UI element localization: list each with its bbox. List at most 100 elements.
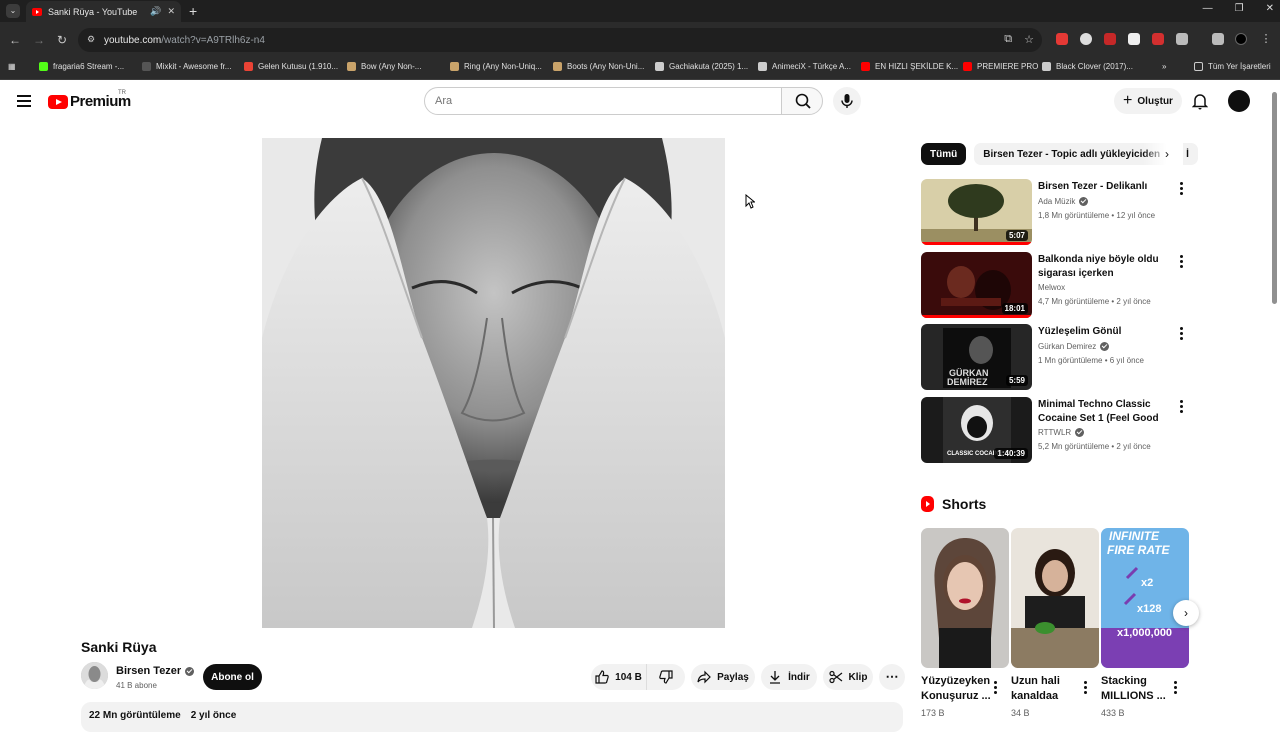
- recommendation-item[interactable]: GÜRKAN DEMİREZ 5:59 Yüzleşelim Gönül Gürk…: [921, 324, 1191, 390]
- close-window-icon[interactable]: ✕: [1266, 3, 1274, 14]
- short-title[interactable]: Uzun hali kanaldaa: [1011, 674, 1081, 704]
- bookmark-item[interactable]: Ring (Any Non-Uniq...: [450, 62, 542, 71]
- more-vertical-icon[interactable]: [1084, 681, 1088, 696]
- window-controls: — ❐ ✕: [1203, 3, 1274, 14]
- profile-avatar[interactable]: [1235, 33, 1247, 45]
- video-thumbnail[interactable]: 5:07: [921, 179, 1032, 245]
- new-tab-button[interactable]: +: [189, 3, 197, 19]
- bookmark-item[interactable]: Bow (Any Non-...: [347, 62, 421, 71]
- site-info-icon[interactable]: ⚙: [87, 34, 95, 45]
- account-avatar[interactable]: [1228, 90, 1250, 112]
- search-input[interactable]: [424, 87, 782, 115]
- video-title[interactable]: Minimal Techno Classic Cocaine Set 1 (Fe…: [1038, 398, 1173, 426]
- short-title[interactable]: Stacking MILLIONS ...: [1101, 674, 1171, 704]
- menu-kebab-icon[interactable]: ⋮: [1260, 33, 1272, 45]
- chevron-right-icon[interactable]: ›: [1165, 147, 1169, 161]
- more-vertical-icon[interactable]: [994, 681, 998, 696]
- more-actions-button[interactable]: ⋯: [879, 664, 905, 690]
- browser-tab-active[interactable]: Sanki Rüya - YouTube 🔊 ✕: [26, 1, 181, 22]
- video-frame-face-image: [262, 138, 725, 628]
- share-button[interactable]: Paylaş: [691, 664, 755, 690]
- url-path: /watch?v=A9TRlh6z-n4: [161, 34, 265, 46]
- extension-bird-icon[interactable]: [1104, 33, 1116, 45]
- recommendation-item[interactable]: 5:07 Birsen Tezer - Delikanlı Ada Müzik …: [921, 179, 1191, 245]
- install-icon[interactable]: ⧉: [1004, 33, 1012, 46]
- chevron-right-icon: ›: [1184, 606, 1188, 620]
- chip-from-uploader[interactable]: Birsen Tezer - Topic adlı yükleyiciden: [974, 143, 1170, 165]
- page-scrollbar[interactable]: [1272, 92, 1277, 304]
- channel-name[interactable]: Birsen Tezer: [116, 665, 195, 677]
- all-bookmarks-folder[interactable]: Tüm Yer İşaretleri: [1194, 62, 1271, 71]
- extension-circle-icon[interactable]: [1080, 33, 1092, 45]
- bookmark-item[interactable]: AnimeciX - Türkçe A...: [758, 62, 851, 71]
- dislike-button[interactable]: [647, 664, 685, 690]
- shorts-next-button[interactable]: ›: [1173, 600, 1199, 626]
- bookmark-item[interactable]: Gachiakuta (2025) 1...: [655, 62, 748, 71]
- chip-all[interactable]: Tümü: [921, 143, 967, 165]
- back-icon[interactable]: ←: [9, 33, 21, 47]
- video-player[interactable]: [262, 138, 725, 628]
- recommendation-item[interactable]: 18:01 Balkonda niye böyle oldu sigarası …: [921, 252, 1191, 318]
- create-button[interactable]: + Oluştur: [1114, 88, 1182, 114]
- bookmark-item[interactable]: Black Clover (2017)...: [1042, 62, 1133, 71]
- video-title[interactable]: Yüzleşelim Gönül: [1038, 325, 1173, 339]
- extensions-puzzle-icon[interactable]: [1176, 33, 1188, 45]
- short-thumbnail[interactable]: [921, 528, 1009, 668]
- subscribe-button[interactable]: Abone ol: [203, 664, 262, 690]
- create-label: Oluştur: [1137, 95, 1173, 107]
- bookmark-item[interactable]: Boots (Any Non-Uni...: [553, 62, 644, 71]
- apps-grid-icon[interactable]: ▦: [8, 62, 16, 71]
- forward-icon[interactable]: →: [33, 33, 45, 47]
- channel-name[interactable]: Melwox: [1038, 283, 1065, 292]
- video-title[interactable]: Balkonda niye böyle oldu sigarası içerke…: [1038, 253, 1173, 281]
- short-thumbnail[interactable]: [1011, 528, 1099, 668]
- more-vertical-icon[interactable]: [1180, 255, 1184, 270]
- video-thumbnail[interactable]: 18:01: [921, 252, 1032, 318]
- channel-name[interactable]: Ada Müzik: [1038, 197, 1089, 206]
- speaker-icon[interactable]: 🔊: [150, 6, 161, 17]
- video-title[interactable]: Birsen Tezer - Delikanlı: [1038, 180, 1173, 194]
- close-tab-icon[interactable]: ✕: [167, 6, 175, 17]
- bookmark-item[interactable]: PREMIERE PRO: [963, 62, 1038, 71]
- more-vertical-icon[interactable]: [1180, 182, 1184, 197]
- extension-record-icon[interactable]: [1152, 33, 1164, 45]
- more-vertical-icon[interactable]: [1174, 681, 1178, 696]
- channel-name[interactable]: Gürkan Demirez: [1038, 342, 1110, 351]
- short-title[interactable]: Yüzyüzeyken Konuşuruz ...: [921, 674, 991, 704]
- more-vertical-icon[interactable]: [1180, 327, 1184, 342]
- tab-search-icon[interactable]: ⌄: [6, 4, 20, 18]
- reading-list-icon[interactable]: [1212, 33, 1224, 45]
- recommendation-item[interactable]: CLASSIC COCAINE 3 1:40:39 Minimal Techno…: [921, 397, 1191, 463]
- description-box[interactable]: 22 Mn görüntüleme 2 yıl önce: [81, 702, 903, 732]
- video-thumbnail[interactable]: GÜRKAN DEMİREZ 5:59: [921, 324, 1032, 390]
- youtube-favicon-icon: [32, 7, 42, 16]
- notifications-bell-icon[interactable]: [1191, 92, 1209, 110]
- svg-text:x1,000,000: x1,000,000: [1117, 627, 1172, 639]
- bookmark-star-icon[interactable]: ☆: [1024, 33, 1034, 46]
- bookmark-item[interactable]: Gelen Kutusu (1.910...: [244, 62, 338, 71]
- extension-square-icon[interactable]: [1128, 33, 1140, 45]
- like-button[interactable]: 104 B: [591, 664, 647, 690]
- download-button[interactable]: İndir: [761, 664, 817, 690]
- channel-name[interactable]: RTTWLR: [1038, 428, 1085, 437]
- microphone-icon: [841, 94, 853, 108]
- short-thumbnail[interactable]: INFINITE FIRE RATE x2 x128 x1,000,000: [1101, 528, 1189, 668]
- search-button[interactable]: [781, 87, 823, 115]
- video-title: Sanki Rüya: [81, 639, 157, 655]
- address-bar[interactable]: ⚙ youtube.com/watch?v=A9TRlh6z-n4 ⧉ ☆: [78, 28, 1042, 52]
- voice-search-button[interactable]: [833, 87, 861, 115]
- bookmark-item[interactable]: Mixkit - Awesome fr...: [142, 62, 231, 71]
- bookmarks-overflow-icon[interactable]: »: [1162, 62, 1166, 71]
- minimize-icon[interactable]: —: [1203, 3, 1213, 14]
- restore-icon[interactable]: ❐: [1235, 3, 1244, 14]
- channel-avatar[interactable]: [81, 662, 108, 689]
- bookmark-item[interactable]: fragaria6 Stream -...: [39, 62, 124, 71]
- bookmark-item[interactable]: EN HIZLI ŞEKİLDE K...: [861, 62, 958, 71]
- clip-button[interactable]: Klip: [823, 664, 873, 690]
- youtube-premium-logo[interactable]: Premium TR: [48, 90, 131, 110]
- reload-icon[interactable]: ↻: [57, 33, 67, 47]
- more-vertical-icon[interactable]: [1180, 400, 1184, 415]
- menu-hamburger-icon[interactable]: [17, 95, 31, 110]
- extension-red-icon[interactable]: [1056, 33, 1068, 45]
- video-thumbnail[interactable]: CLASSIC COCAINE 3 1:40:39: [921, 397, 1032, 463]
